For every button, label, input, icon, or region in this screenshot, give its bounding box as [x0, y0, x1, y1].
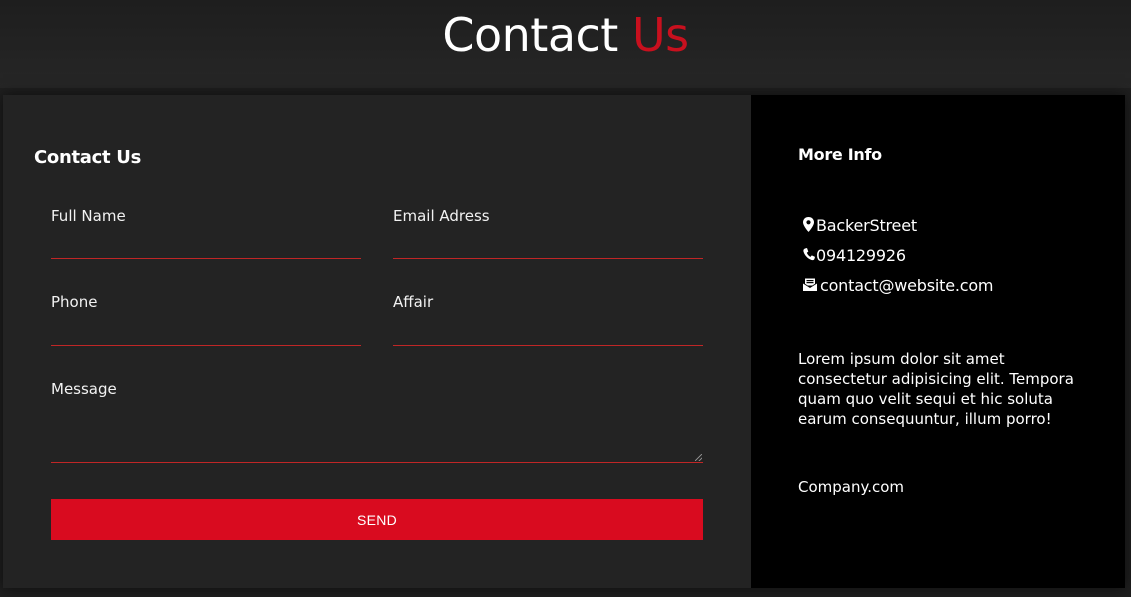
- email-underline: [393, 258, 703, 259]
- message-textarea[interactable]: [51, 402, 703, 462]
- info-phone-text: 094129926: [816, 246, 906, 265]
- message-field[interactable]: Message: [51, 380, 703, 463]
- info-item-phone: 094129926: [802, 246, 993, 276]
- affair-input[interactable]: [393, 319, 703, 345]
- phone-label: Phone: [51, 293, 98, 311]
- contact-form-panel: Contact Us Full Name Email Adress Phone …: [3, 95, 751, 588]
- page-title: Contact Us: [0, 4, 1131, 66]
- mail-icon: [802, 276, 819, 294]
- location-pin-icon: [802, 216, 815, 234]
- affair-label: Affair: [393, 293, 434, 311]
- info-address-text: BackerStreet: [816, 216, 917, 235]
- email-field[interactable]: Email Adress: [393, 207, 703, 259]
- send-button[interactable]: SEND: [51, 499, 703, 540]
- phone-input[interactable]: [51, 319, 361, 345]
- phone-icon: [802, 246, 815, 264]
- affair-underline: [393, 345, 703, 346]
- phone-underline: [51, 345, 361, 346]
- email-label: Email Adress: [393, 207, 490, 225]
- resize-grip-icon[interactable]: [695, 454, 702, 461]
- full-name-field[interactable]: Full Name: [51, 207, 361, 259]
- info-heading: More Info: [798, 145, 882, 164]
- full-name-label: Full Name: [51, 207, 126, 225]
- full-name-underline: [51, 258, 361, 259]
- info-list: BackerStreet 094129926 contact@website.c…: [802, 216, 994, 306]
- page-title-accent: Us: [631, 8, 689, 62]
- info-email-text: contact@website.com: [820, 276, 994, 295]
- form-heading: Contact Us: [34, 147, 142, 168]
- affair-field[interactable]: Affair: [393, 293, 703, 346]
- full-name-input[interactable]: [51, 232, 361, 258]
- email-input[interactable]: [393, 232, 703, 258]
- message-label: Message: [51, 380, 117, 398]
- phone-field[interactable]: Phone: [51, 293, 361, 346]
- page-header: Contact Us: [0, 0, 1131, 88]
- company-name: Company.com: [798, 478, 905, 496]
- info-item-email: contact@website.com: [802, 276, 994, 306]
- more-info-panel: More Info BackerStreet 094129926 contact…: [751, 95, 1125, 588]
- contact-card: Contact Us Full Name Email Adress Phone …: [3, 95, 1125, 588]
- info-item-address: BackerStreet: [802, 216, 993, 246]
- page-title-main: Contact: [442, 8, 618, 62]
- info-description: Lorem ipsum dolor sit amet consectetur a…: [798, 350, 1074, 428]
- message-underline: [51, 462, 703, 463]
